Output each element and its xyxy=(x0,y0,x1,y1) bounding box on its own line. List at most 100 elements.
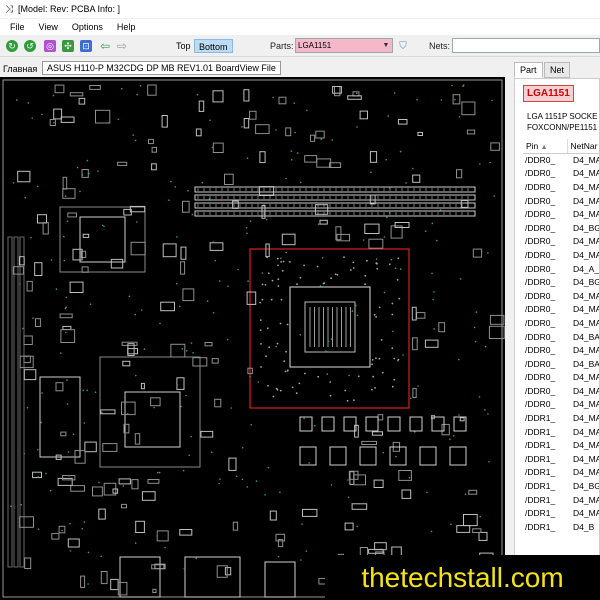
table-row[interactable]: /DDR1_ D4_B xyxy=(523,520,599,534)
pad-dot xyxy=(266,256,268,259)
table-row[interactable]: /DDR0_ D4_MA xyxy=(523,289,599,303)
via-dot xyxy=(174,186,176,188)
small-component xyxy=(23,335,33,345)
table-row[interactable]: /DDR0_ D4_MA xyxy=(523,248,599,262)
via-dot xyxy=(454,98,456,101)
via-dot xyxy=(27,102,30,104)
table-row[interactable]: /DDR1_ D4_MA xyxy=(523,493,599,507)
menu-view[interactable]: View xyxy=(39,22,58,32)
board-view[interactable] xyxy=(0,77,505,600)
menu-help[interactable]: Help xyxy=(117,22,136,32)
table-row[interactable]: /DDR0_ D4_A_ xyxy=(523,262,599,276)
net-cell: D4_MA xyxy=(573,168,600,179)
small-component xyxy=(373,479,384,489)
column-header-netname[interactable]: NetNar xyxy=(567,139,599,154)
pad-dot xyxy=(316,265,319,268)
refresh-green-2-icon[interactable]: ↺ xyxy=(24,40,36,52)
via-dot xyxy=(94,391,97,394)
small-component xyxy=(92,486,103,497)
via-dot xyxy=(237,268,239,271)
table-row[interactable]: /DDR0_ D4_MA xyxy=(523,371,599,385)
table-row[interactable]: /DDR0_ D4_MA xyxy=(523,180,599,194)
pad-dot xyxy=(391,302,394,305)
pin-cell: /DDR0_ xyxy=(525,304,556,315)
zoom-icon[interactable]: ◎ xyxy=(44,40,56,52)
pad-dot xyxy=(259,319,262,321)
top-button[interactable]: Top xyxy=(172,39,195,53)
table-row[interactable]: /DDR0_ D4_MA xyxy=(523,384,599,398)
table-row[interactable]: /DDR0_ D4_BG xyxy=(523,275,599,289)
via-dot xyxy=(474,340,477,343)
via-dot xyxy=(20,504,23,506)
small-component xyxy=(147,84,157,96)
menu-file[interactable]: File xyxy=(10,22,25,32)
menu-options[interactable]: Options xyxy=(72,22,103,32)
back-arrow-icon[interactable]: ⇦ xyxy=(99,39,111,53)
tab-part[interactable]: Part xyxy=(514,62,543,78)
small-component xyxy=(98,508,106,520)
via-dot xyxy=(484,409,486,411)
via-dot xyxy=(190,342,193,344)
table-row[interactable]: /DDR0_ D4_MA xyxy=(523,167,600,181)
table-row[interactable]: /DDR0_ D4_MA xyxy=(523,194,599,208)
column-header-pin[interactable]: Pin ▲ xyxy=(523,139,568,154)
filter-icon[interactable]: ⛉ xyxy=(397,40,409,52)
via-dot xyxy=(326,373,329,375)
table-row[interactable]: /DDR0_ D4_MA xyxy=(523,207,599,221)
dimm-slot xyxy=(194,210,476,217)
via-dot xyxy=(49,489,52,492)
via-dot xyxy=(459,278,462,280)
small-component xyxy=(42,222,49,235)
table-row[interactable]: /DDR1_ D4_MA xyxy=(523,438,599,452)
table-row[interactable]: /DDR0_ D4_MA xyxy=(523,316,600,330)
table-row[interactable]: /DDR0_ D4_BA xyxy=(523,357,599,371)
nets-input[interactable] xyxy=(452,38,600,53)
board-file-tab[interactable]: ASUS H110-P M32CDG DP MB REV1.01 BoardVi… xyxy=(42,61,281,75)
via-dot xyxy=(52,94,55,97)
via-dot xyxy=(246,486,249,488)
small-component xyxy=(374,542,387,551)
small-component xyxy=(161,115,168,128)
table-row[interactable]: /DDR0_ D4_MA xyxy=(523,235,599,249)
table-row[interactable]: /DDR0_ D4_MA xyxy=(523,343,599,357)
table-row[interactable]: /DDR1_ D4_MA xyxy=(523,506,599,520)
fit-icon[interactable]: ✣ xyxy=(62,40,74,52)
table-row[interactable]: /DDR1_ D4_MA xyxy=(523,452,599,466)
bottom-button[interactable]: Bottom xyxy=(194,39,233,53)
parts-combobox[interactable]: LGA1151 ▼ xyxy=(295,38,393,53)
small-component xyxy=(55,382,64,392)
via-dot xyxy=(107,122,110,124)
pad-dot xyxy=(277,264,279,267)
table-row[interactable]: /DDR0_ D4_MA xyxy=(523,303,599,317)
part-description-line-2: FOXCONN/PE1151 xyxy=(527,123,598,132)
pin-cell: /DDR0_ xyxy=(525,331,556,342)
table-row[interactable]: /DDR0_ D4_BG xyxy=(523,221,599,235)
table-row[interactable]: /DDR0_ D4_MA xyxy=(523,398,599,412)
board-canvas[interactable] xyxy=(0,77,505,600)
table-row[interactable]: /DDR1_ D4_BG xyxy=(523,479,599,493)
select-icon[interactable]: ⊡ xyxy=(80,40,92,52)
capacitor xyxy=(299,416,313,432)
table-row[interactable]: /DDR0_ D4_MA xyxy=(523,153,599,167)
tab-net[interactable]: Net xyxy=(544,62,571,78)
table-row[interactable]: /DDR1_ D4_MA xyxy=(523,466,599,480)
chevron-down-icon[interactable]: ▼ xyxy=(381,39,391,52)
table-row[interactable]: /DDR0_ D4_BA xyxy=(523,330,599,344)
refresh-green-icon[interactable]: ↻ xyxy=(6,40,18,52)
via-dot xyxy=(211,146,214,149)
via-dot xyxy=(296,152,299,154)
part-name-badge: LGA1151 xyxy=(523,85,574,102)
forward-arrow-icon[interactable]: ⇨ xyxy=(116,39,128,53)
small-component xyxy=(468,489,478,495)
small-component xyxy=(147,479,160,484)
small-component xyxy=(243,118,250,129)
table-row[interactable]: /DDR1_ D4_MA xyxy=(523,425,599,439)
table-row[interactable]: /DDR1_ D4_MA xyxy=(523,411,599,425)
via-dot xyxy=(208,197,211,200)
small-component xyxy=(211,358,219,364)
net-cell: D4_MA xyxy=(573,317,600,328)
via-dot xyxy=(348,374,350,377)
small-component xyxy=(130,241,146,256)
via-dot xyxy=(26,406,29,409)
small-component xyxy=(135,520,145,533)
